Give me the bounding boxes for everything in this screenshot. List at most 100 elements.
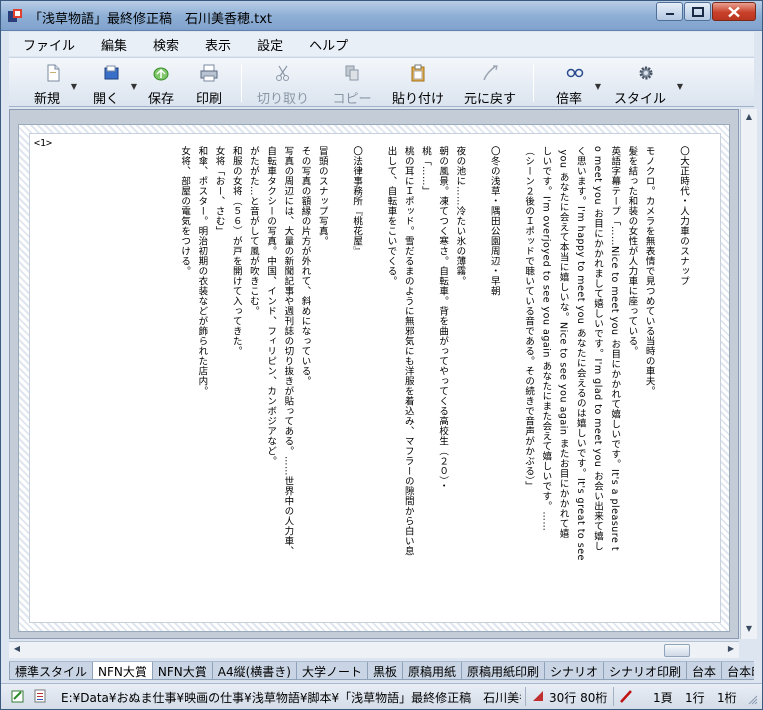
style-tab[interactable]: 標準スタイル: [9, 662, 94, 680]
text-line[interactable]: （シーン２後のＩポッドで聴いている音である。その続きで音声がかぶる）」: [520, 146, 537, 616]
cut-button[interactable]: 切り取り: [253, 62, 313, 107]
style-tab[interactable]: 原稿用紙: [401, 662, 462, 680]
text-line[interactable]: [468, 146, 485, 616]
cut-label: 切り取り: [256, 92, 309, 107]
page-number: <1>: [34, 138, 53, 149]
style-dropdown-icon[interactable]: ▼: [677, 82, 683, 91]
document-text[interactable]: 〇大正時代・人力車のスナップ モノクロ。カメラを無表情で見つめている当時の車夫。…: [176, 146, 692, 616]
text-line[interactable]: 桃「……」: [417, 146, 434, 616]
document-icon[interactable]: [33, 689, 47, 706]
text-line[interactable]: [331, 146, 348, 616]
style-tab[interactable]: 台本: [686, 662, 723, 680]
vertical-scrollbar[interactable]: ▲ ▼: [740, 109, 757, 639]
text-line[interactable]: 桃の耳にＩポッド。雪だるまのように無邪気にも洋服を着込み、マフラーの隙間から白い…: [400, 146, 417, 616]
status-separator: [525, 687, 526, 706]
maximize-button[interactable]: [684, 2, 711, 21]
copy-button[interactable]: コピー: [327, 62, 377, 107]
open-dropdown-icon[interactable]: ▼: [131, 82, 137, 91]
new-button[interactable]: ▼ 新規: [29, 62, 77, 107]
pen-icon[interactable]: [619, 689, 633, 706]
clipboard-icon: [409, 64, 427, 82]
menu-search[interactable]: 検索: [139, 35, 191, 54]
save-button[interactable]: 保存: [143, 62, 179, 107]
text-line[interactable]: 和服の女将（５６）が戸を開けて入ってきた。: [228, 146, 245, 616]
text-line[interactable]: しいです。I'm overjoyed to see you again あなたに…: [537, 146, 554, 616]
title-bar[interactable]: 「浅草物語」最終修正稿 石川美香穂.txt: [1, 1, 762, 31]
text-line[interactable]: 写真の周辺には、大量の新聞記事や週刊誌の切り抜きが貼ってある。……世界中の人力車…: [279, 146, 296, 616]
text-line[interactable]: く思います。I'm happy to meet you あなたに会えるのは嬉しい…: [572, 146, 589, 616]
layout-size[interactable]: 30行 80桁: [549, 689, 607, 706]
scroll-down-icon[interactable]: ▼: [743, 624, 755, 636]
zoom-button[interactable]: ▼ 倍率: [549, 62, 601, 107]
undo-button[interactable]: 元に戻す: [459, 62, 521, 107]
text-line[interactable]: 和傘、ポスター。明治初期の衣装などが飾られた店内。: [193, 146, 210, 616]
status-bar: E:¥Data¥おぬま仕事¥映画の仕事¥浅草物語¥脚本¥「浅草物語」最終修正稿 …: [1, 683, 762, 709]
style-button[interactable]: ▼ スタイル: [609, 62, 683, 107]
document-page[interactable]: <1> 〇大正時代・人力車のスナップ モノクロ。カメラを無表情で見つめている当時…: [29, 133, 721, 623]
text-line[interactable]: 〇法律事務所『桃花屋』: [348, 146, 365, 616]
text-line[interactable]: 出して、自転車をこいでくる。: [382, 146, 399, 616]
text-line[interactable]: 女将、部屋の電気をつける。: [176, 146, 193, 616]
minimize-button[interactable]: [656, 2, 683, 21]
text-line[interactable]: その写真の額縁の片方が外れて、斜めになっている。: [296, 146, 313, 616]
style-tab[interactable]: NFN大賞: [151, 662, 213, 680]
text-line[interactable]: o meet you お目にかかれまして嬉しいです。I'm glad to me…: [589, 146, 606, 616]
resize-grip-icon[interactable]: [748, 694, 758, 708]
zoom-label: 倍率: [555, 92, 582, 107]
style-tab[interactable]: 大学ノート: [295, 662, 368, 680]
horizontal-scrollbar[interactable]: ◀ ▶: [9, 641, 739, 658]
text-line[interactable]: 〇冬の浅草・隅田公園周辺・早朝: [486, 146, 503, 616]
minimize-icon: [665, 12, 674, 15]
save-icon: [152, 64, 170, 82]
menu-settings[interactable]: 設定: [243, 35, 295, 54]
document-area[interactable]: <1> 〇大正時代・人力車のスナップ モノクロ。カメラを無表情で見つめている当時…: [9, 109, 739, 639]
text-line[interactable]: [365, 146, 382, 616]
text-line[interactable]: you あなたに会えて本当に嬉しいな。Nice to see you again…: [554, 146, 571, 616]
text-line[interactable]: がたがた…と音がして風が吹きこむ。: [245, 146, 262, 616]
style-tab[interactable]: 原稿用紙印刷: [461, 662, 546, 680]
zoom-dropdown-icon[interactable]: ▼: [595, 82, 601, 91]
style-tab[interactable]: シナリオ: [544, 662, 605, 680]
text-line[interactable]: 冒頭のスナップ写真。: [314, 146, 331, 616]
text-line[interactable]: 髪を結った和装の女性が人力車に座っている。: [623, 146, 640, 616]
new-label: 新規: [33, 92, 60, 107]
page-indicator: 1頁: [653, 691, 673, 705]
text-line[interactable]: 夜の池に……冷たい氷の薄霧。: [451, 146, 468, 616]
text-line[interactable]: [658, 146, 675, 616]
scroll-up-icon[interactable]: ▲: [743, 112, 755, 124]
style-tab[interactable]: 黒板: [366, 662, 403, 680]
text-line[interactable]: 英語字幕テープ「……Nice to meet you お目にかかれて嬉しいです。…: [606, 146, 623, 616]
style-tab[interactable]: シナリオ印刷: [603, 662, 688, 680]
style-tab[interactable]: A4縦(横書き): [211, 662, 297, 680]
open-button[interactable]: ▼ 開く: [87, 62, 137, 107]
print-label: 印刷: [195, 92, 222, 107]
style-tab[interactable]: NFN大賞: [92, 662, 153, 680]
scroll-left-icon[interactable]: ◀: [11, 644, 23, 656]
window-title: 「浅草物語」最終修正稿 石川美香穂.txt: [29, 12, 273, 27]
close-button[interactable]: [712, 2, 756, 21]
menu-file[interactable]: ファイル: [9, 35, 87, 54]
text-line[interactable]: 女将「おー、さむ」: [210, 146, 227, 616]
text-line[interactable]: モノクロ。カメラを無表情で見つめている当時の車夫。: [640, 146, 657, 616]
scroll-thumb[interactable]: [664, 644, 690, 657]
toolbar-separator: [241, 64, 242, 102]
edit-mode-icon[interactable]: [11, 689, 25, 706]
text-line[interactable]: 自転車タクシーの写真。中国、インド、フィリピン、カンボジアなど。: [262, 146, 279, 616]
new-dropdown-icon[interactable]: ▼: [71, 82, 77, 91]
text-line[interactable]: [503, 146, 520, 616]
text-line[interactable]: 〇大正時代・人力車のスナップ: [675, 146, 692, 616]
line-indicator: 1行: [685, 691, 705, 705]
close-icon: [728, 6, 740, 17]
print-button[interactable]: 印刷: [191, 62, 227, 107]
maximize-icon: [691, 6, 704, 17]
page-frame: <1> 〇大正時代・人力車のスナップ モノクロ。カメラを無表情で見つめている当時…: [18, 124, 730, 632]
menu-help[interactable]: ヘルプ: [295, 35, 360, 54]
style-tab[interactable]: 台本印刷: [721, 662, 754, 680]
app-icon[interactable]: [7, 8, 23, 24]
caption-buttons: [655, 2, 756, 21]
paste-button[interactable]: 貼り付け: [389, 62, 447, 107]
scroll-right-icon[interactable]: ▶: [725, 644, 737, 656]
menu-edit[interactable]: 編集: [87, 35, 139, 54]
text-line[interactable]: 朝の風景。凍てつく寒さ。自転車。背を曲がってやってくる高校生（２０）・: [434, 146, 451, 616]
menu-view[interactable]: 表示: [191, 35, 243, 54]
